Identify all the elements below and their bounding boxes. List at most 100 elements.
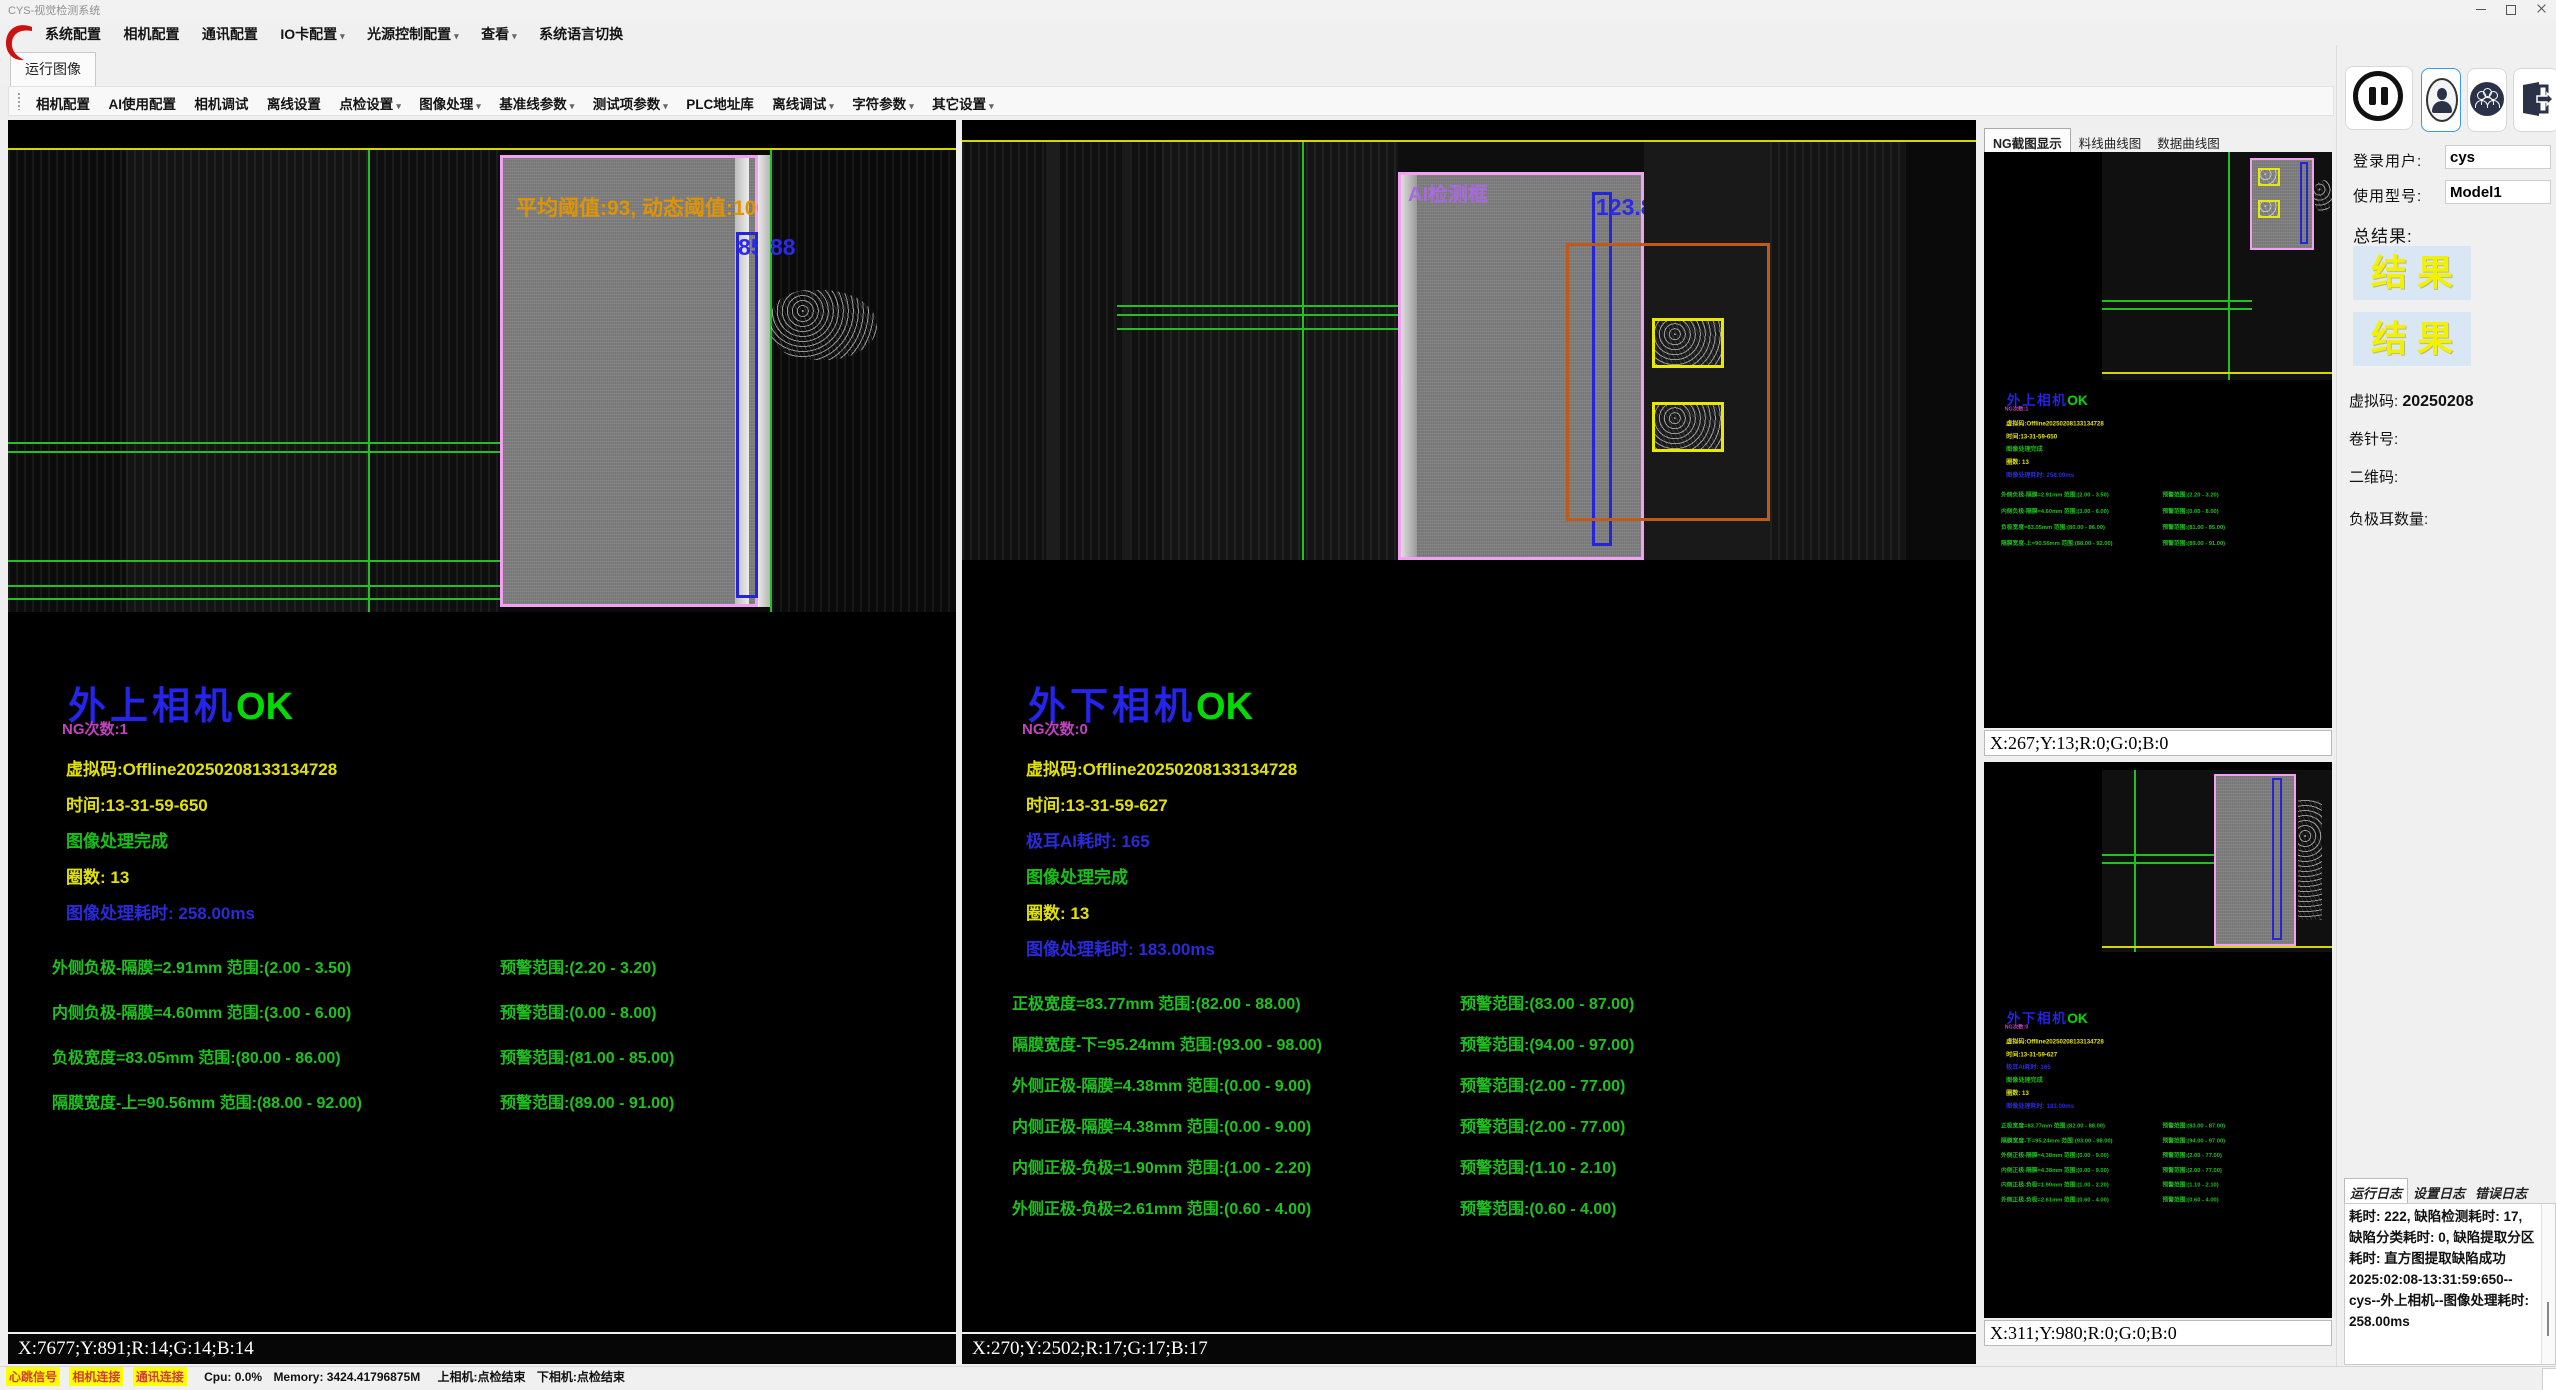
menu-item-camera-config[interactable]: 相机配置: [114, 22, 188, 46]
tool-image-process[interactable]: 图像处理: [412, 91, 488, 115]
login-user-value[interactable]: cys: [2445, 145, 2551, 169]
maximize-icon: [2506, 5, 2516, 15]
tool-spot-check[interactable]: 点检设置: [332, 91, 408, 115]
chevron-down-icon: [512, 26, 517, 42]
tab-run-log[interactable]: 运行日志: [2344, 1178, 2408, 1203]
tool-camera-config[interactable]: 相机配置: [29, 91, 97, 115]
close-button[interactable]: [2526, 0, 2556, 18]
lower-camera-status: 下相机:点检结束: [537, 1368, 625, 1385]
chevron-down-icon: [909, 97, 914, 112]
camera-view-upper[interactable]: 平均阈值:93, 动态阈值:100 85.88 外上相机OK NG次数:1 虚拟…: [8, 120, 956, 1332]
tool-offline-setting[interactable]: 离线设置: [260, 91, 328, 115]
measurement-row: 外侧正极-隔膜=4.38mm 范围:(0.00 - 9.00)预警范围:(2.0…: [1012, 1072, 1928, 1096]
model-label: 使用型号:: [2353, 185, 2422, 206]
current-user-button[interactable]: [2421, 68, 2461, 132]
right-sidebar: 登录用户: cys 使用型号: Model1 总结果: 结果 结果 虚拟码: 2…: [2336, 45, 2556, 1366]
ai-region-box: [500, 155, 758, 607]
chevron-down-icon: [396, 97, 401, 112]
measurement-row: 外侧负极-隔膜=2.91mm 范围:(2.00 - 3.50)预警范围:(2.2…: [52, 954, 956, 978]
menu-item-view[interactable]: 查看: [472, 22, 526, 46]
tool-plc-address[interactable]: PLC地址库: [679, 91, 761, 115]
info-line: 极耳AI耗时: 165: [1026, 827, 1928, 852]
resize-grip[interactable]: [2542, 1368, 2556, 1390]
tab-settings-log[interactable]: 设置日志: [2408, 1179, 2470, 1203]
log-scrollbar[interactable]: [2541, 1204, 2555, 1364]
total-result-label: 总结果:: [2353, 222, 2413, 247]
measurement-row: 外侧正极-负极=2.61mm 范围:(0.60 - 4.00)预警范围:(0.6…: [1012, 1195, 1928, 1219]
result-box-lower: 结果: [2353, 312, 2471, 366]
tab-error-log[interactable]: 错误日志: [2470, 1179, 2532, 1203]
chevron-down-icon: [454, 26, 459, 42]
chevron-down-icon: [829, 97, 834, 112]
app-logo: [3, 20, 35, 62]
model-value[interactable]: Model1: [2445, 180, 2551, 204]
overlay-yellow-line: [8, 148, 956, 150]
comm-connect-badge: 通讯连接: [133, 1367, 187, 1386]
tool-other-settings[interactable]: 其它设置: [925, 91, 1001, 115]
maximize-button[interactable]: [2496, 0, 2526, 18]
preview-panel-upper[interactable]: 外上相机OK NG次数:1 虚拟码:Offline202502081331347…: [1984, 152, 2332, 728]
preview-coords-lower: X:311;Y:980;R:0;G:0;B:0: [1984, 1320, 2332, 1346]
tool-baseline-params[interactable]: 基准线参数: [492, 91, 581, 115]
measurement-row: 内侧负极-隔膜=4.60mm 范围:(3.00 - 6.00)预警范围:(0.0…: [52, 999, 956, 1023]
info-line: 圈数: 13: [66, 863, 956, 888]
tool-char-params[interactable]: 字符参数: [845, 91, 921, 115]
tab-data-curve[interactable]: 数据曲线图: [2149, 129, 2228, 152]
tool-camera-debug[interactable]: 相机调试: [187, 91, 255, 115]
toolbar: 相机配置 AI使用配置 相机调试 离线设置 点检设置 图像处理 基准线参数 测试…: [8, 86, 2334, 116]
camera-connect-badge: 相机连接: [69, 1367, 123, 1386]
info-line: 图像处理完成: [1026, 863, 1928, 888]
heartbeat-signal-badge: 心跳信号: [6, 1367, 60, 1386]
log-text: 耗时: 222, 缺陷检测耗时: 17, 缺陷分类耗时: 0, 缺陷提取分区耗时…: [2349, 1207, 2535, 1333]
tab-ng-screenshot[interactable]: NG截图显示: [1984, 128, 2071, 152]
overlay-yellow-line: [962, 140, 1976, 142]
measurement-row: 隔膜宽度-下=95.24mm 范围:(93.00 - 98.00)预警范围:(9…: [1012, 1031, 1928, 1055]
menu-item-light-control[interactable]: 光源控制配置: [358, 22, 468, 46]
menu-item-comm-config[interactable]: 通讯配置: [193, 22, 267, 46]
tool-offline-debug[interactable]: 离线调试: [765, 91, 841, 115]
user-management-button[interactable]: [2467, 68, 2507, 132]
coords-readout-upper: X:7677;Y:891;R:14;G:14;B:14: [8, 1334, 956, 1364]
minimize-icon: [2476, 9, 2486, 10]
toolbar-drag-handle-icon[interactable]: [17, 92, 21, 110]
ai-box-label: AI检测框: [1408, 178, 1488, 207]
exit-button[interactable]: [2513, 68, 2556, 132]
status-bar: 心跳信号 相机连接 通讯连接 Cpu: 0.0% Memory: 3424.41…: [0, 1366, 2556, 1390]
app-window: CYS-视觉检测系统 系统配置 相机配置 通讯配置 IO卡配置 光源控制配置 查…: [0, 0, 2556, 1390]
pause-icon: [2353, 71, 2403, 121]
tab-detect-box: [1652, 318, 1724, 368]
measure-box: [736, 232, 758, 598]
log-content-box[interactable]: 耗时: 222, 缺陷检测耗时: 17, 缺陷分类耗时: 0, 缺陷提取分区耗时…: [2344, 1203, 2556, 1365]
measurement-row: 隔膜宽度-上=90.56mm 范围:(88.00 - 92.00)预警范围:(8…: [52, 1089, 956, 1113]
title-bar: CYS-视觉检测系统: [0, 0, 2556, 19]
winding-pin-field: 卷针号:: [2349, 428, 2398, 449]
camera-view-lower[interactable]: AI检测框 123.88 外下相机OK NG次数:0 虚拟码:Offline20…: [962, 120, 1976, 1332]
tool-test-params[interactable]: 测试项参数: [586, 91, 675, 115]
info-line: 圈数: 13: [1026, 899, 1928, 924]
menu-item-system-config[interactable]: 系统配置: [36, 22, 110, 46]
info-line: 时间:13-31-59-627: [1026, 791, 1928, 816]
camera-image-lower: AI检测框 123.88: [962, 140, 1976, 560]
virtual-code-field: 虚拟码: 20250208: [2349, 390, 2474, 411]
tool-ai-use-config[interactable]: AI使用配置: [101, 91, 183, 115]
chevron-down-icon: [989, 97, 994, 112]
info-line: 图像处理耗时: 258.00ms: [66, 899, 956, 924]
result-box-upper: 结果: [2353, 246, 2471, 300]
menu-item-io-card-config[interactable]: IO卡配置: [271, 22, 353, 46]
preview-coords-upper: X:267;Y:13;R:0;G:0;B:0: [1984, 730, 2332, 756]
measurement-row: 内侧正极-隔膜=4.38mm 范围:(0.00 - 9.00)预警范围:(2.0…: [1012, 1113, 1928, 1137]
memory-usage-text: Memory: 3424.41796875M: [273, 1370, 420, 1384]
mini-report-lower: 外下相机OK NG次数:0 虚拟码:Offline202502081331347…: [1996, 1012, 2331, 1209]
preview-tab-strip: NG截图显示料线曲线图数据曲线图: [1984, 128, 2332, 152]
pause-button[interactable]: [2345, 66, 2413, 130]
cpu-usage-text: Cpu: 0.0%: [204, 1370, 262, 1384]
menu-item-language-switch[interactable]: 系统语言切换: [530, 22, 632, 46]
minimize-button[interactable]: [2466, 0, 2496, 18]
camera-image-upper: 平均阈值:93, 动态阈值:100 85.88: [8, 148, 956, 612]
qr-code-field: 二维码:: [2349, 466, 2398, 487]
anode-tab-count-field: 负极耳数量:: [2349, 508, 2428, 529]
upper-camera-status: 上相机:点检结束: [438, 1368, 526, 1385]
preview-panel-lower[interactable]: 外下相机OK NG次数:0 虚拟码:Offline202502081331347…: [1984, 762, 2332, 1318]
tab-line-curve[interactable]: 料线曲线图: [2071, 129, 2150, 152]
measurement-row: 正极宽度=83.77mm 范围:(82.00 - 88.00)预警范围:(83.…: [1012, 990, 1928, 1014]
